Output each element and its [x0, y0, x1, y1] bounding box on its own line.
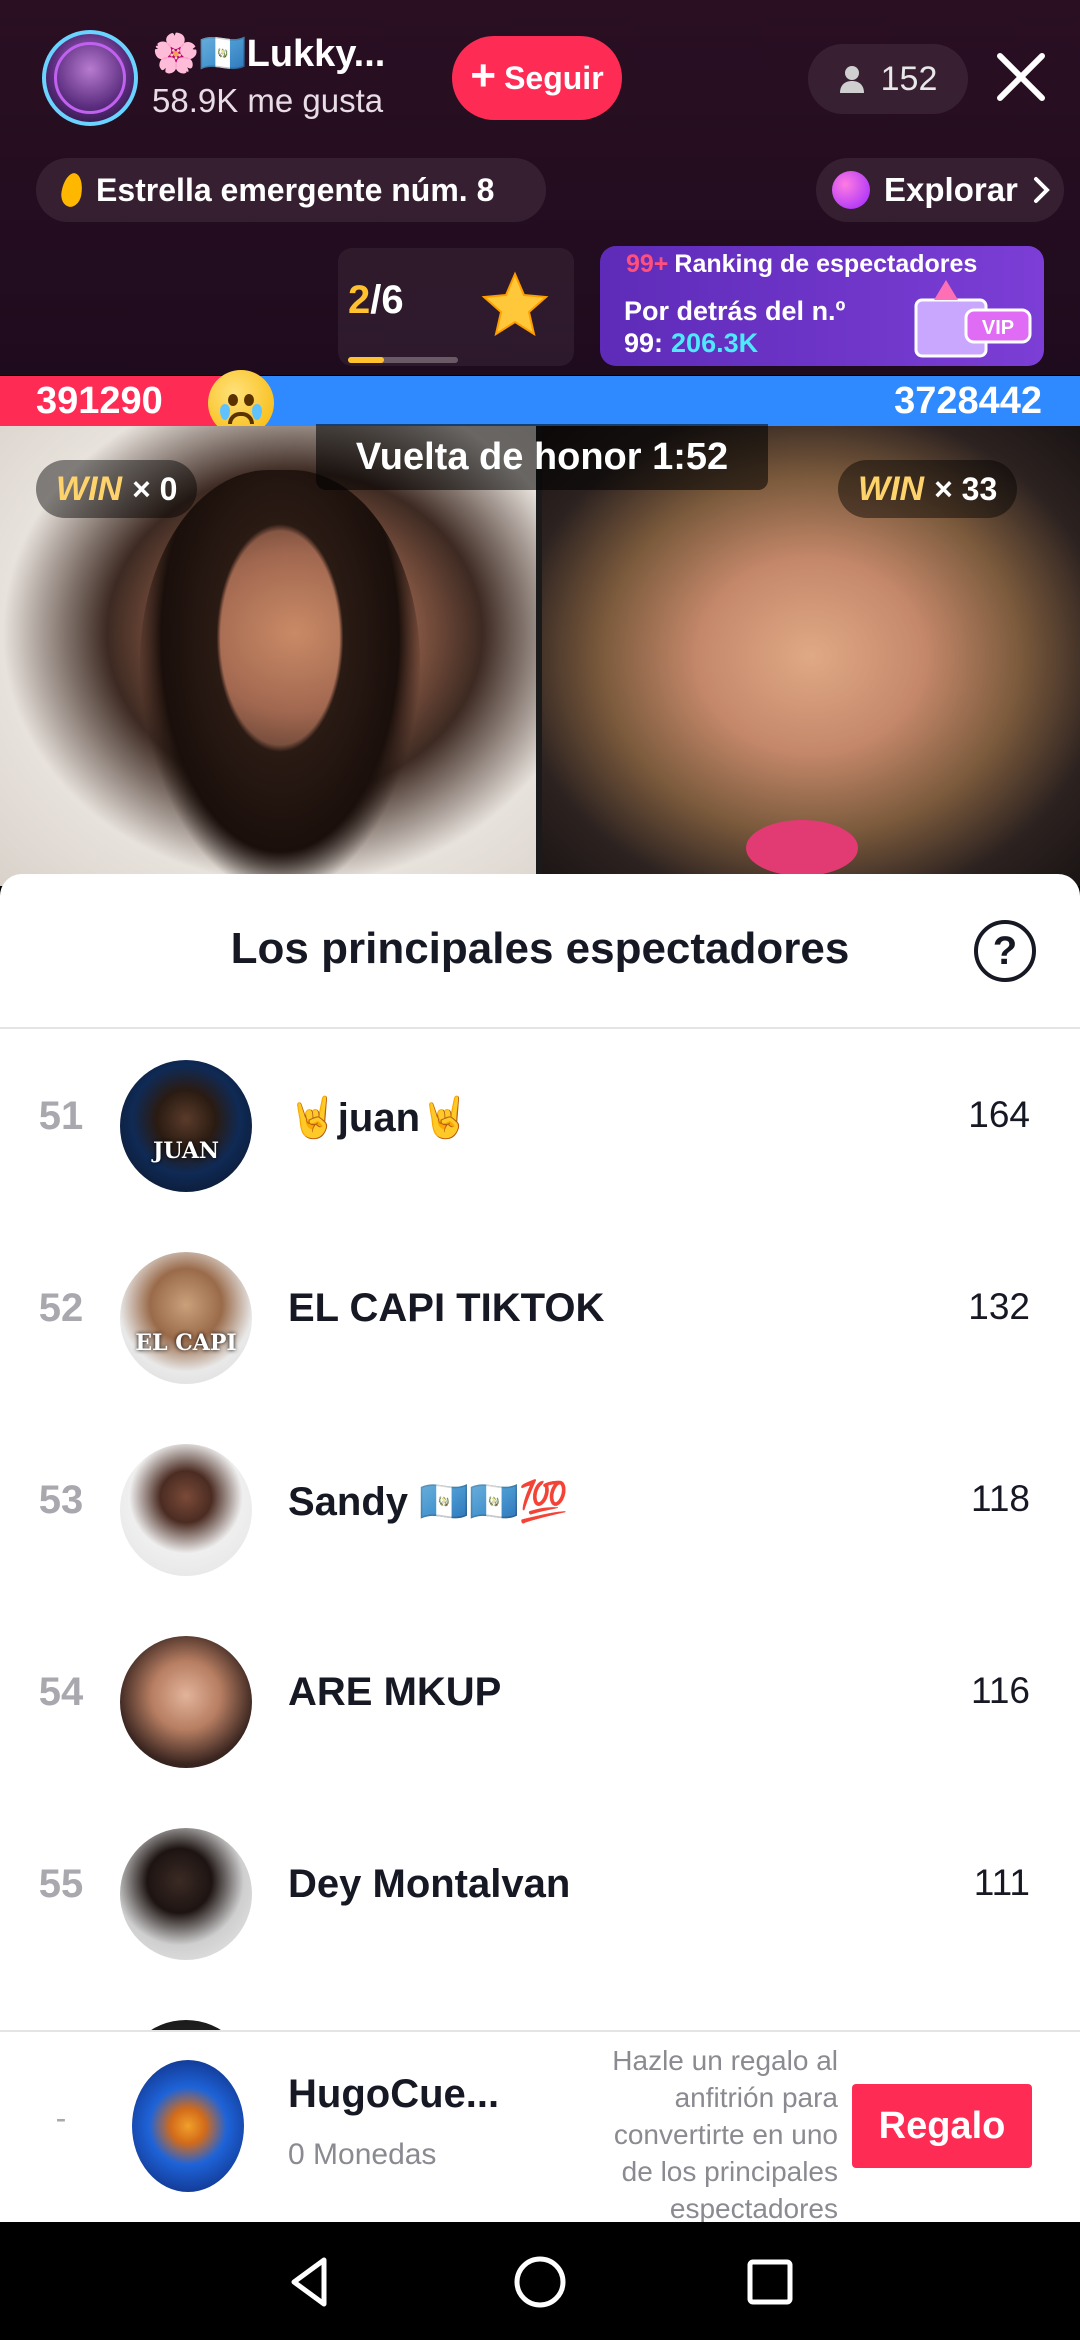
viewer-avatar[interactable]	[120, 1828, 252, 1960]
my-rank: -	[55, 2100, 67, 2136]
win-streak-right: WIN × 33	[838, 460, 1018, 518]
my-coins: 0 Monedas	[288, 2138, 437, 2171]
explore-button[interactable]: Explorar	[816, 158, 1064, 222]
viewer-avatar[interactable]: EL CAPI	[120, 1252, 252, 1384]
explore-label: Explorar	[884, 171, 1018, 208]
viewer-score: 164	[968, 1094, 1030, 1135]
rank-current: 2	[348, 278, 371, 322]
win-label-right: WIN	[858, 469, 925, 508]
viewer-score: 118	[971, 1478, 1030, 1519]
back-icon[interactable]	[280, 2252, 340, 2312]
viewer-rank: 54	[38, 1670, 84, 1714]
viewer-rank: 53	[38, 1478, 84, 1522]
home-icon[interactable]	[510, 2252, 570, 2312]
win-count-left: × 0	[132, 470, 178, 507]
viewer-ranking-line1: Por detrás del n.º	[624, 296, 846, 326]
viewer-avatar[interactable]	[120, 1636, 252, 1768]
viewer-name: Sandy 🇬🇹🇬🇹💯	[288, 1480, 569, 1524]
gift-button[interactable]: Regalo	[852, 2084, 1032, 2168]
viewer-rank: 55	[38, 1862, 84, 1906]
viewer-score: 111	[973, 1862, 1030, 1903]
plus-icon: +	[470, 51, 497, 100]
vip-gift-icon: VIP	[914, 280, 1032, 358]
my-rank-footer: - HugoCue... 0 Monedas Hazle un regalo a…	[0, 2030, 1080, 2224]
person-icon	[839, 66, 864, 93]
viewer-score: 132	[968, 1286, 1030, 1327]
rank-progress-bar	[348, 357, 458, 363]
rising-star-label: Estrella emergente núm. 8	[96, 171, 495, 208]
sheet-divider	[0, 1027, 1080, 1029]
my-avatar[interactable]	[132, 2060, 244, 2192]
viewer-ranking-value: 206.3K	[671, 328, 759, 358]
win-label-left: WIN	[56, 469, 123, 508]
viewer-ranking-number: 99+	[626, 250, 669, 278]
host-likes: 58.9K me gusta	[152, 82, 384, 119]
viewer-row[interactable]: 52 EL CAPI EL CAPI TIKTOK 132	[0, 1222, 1080, 1414]
viewer-count[interactable]: 152	[808, 44, 968, 114]
viewer-row[interactable]: 53 Sandy 🇬🇹🇬🇹💯 118	[0, 1414, 1080, 1606]
gift-hint: Hazle un regalo al anfitrión para conver…	[612, 2045, 838, 2224]
battle-score-right: 3728442	[894, 380, 1042, 422]
follow-label: Seguir	[504, 59, 604, 96]
rank-fraction: 2/6	[348, 278, 404, 323]
chevron-right-icon	[1033, 177, 1050, 203]
host-name[interactable]: 🌸🇬🇹Lukky...	[152, 32, 385, 76]
star-icon	[481, 271, 549, 337]
viewer-count-value: 152	[880, 59, 938, 98]
host-avatar[interactable]	[42, 30, 138, 126]
viewer-avatar[interactable]	[120, 1444, 252, 1576]
vip-badge-text: VIP	[982, 317, 1014, 339]
battle-score-left: 391290	[36, 380, 163, 422]
rank-progress-fill	[348, 357, 384, 363]
viewer-row[interactable]: 54 ARE MKUP 116	[0, 1606, 1080, 1798]
video-right-figure	[746, 820, 858, 876]
win-count-right: × 33	[934, 470, 998, 507]
help-icon[interactable]: ?	[974, 920, 1036, 982]
viewer-name: ARE MKUP	[288, 1670, 502, 1714]
viewer-avatar[interactable]: JUAN	[120, 1060, 252, 1192]
sheet-title: Los principales espectadores	[230, 924, 850, 973]
follow-button[interactable]: + Seguir	[452, 36, 622, 120]
win-streak-left: WIN × 0	[36, 460, 198, 518]
viewer-row[interactable]: 55 Dey Montalvan 111	[0, 1798, 1080, 1990]
viewer-name: EL CAPI TIKTOK	[288, 1286, 605, 1330]
android-nav-bar	[0, 2222, 1080, 2340]
victory-lap-timer: Vuelta de honor 1:52	[316, 424, 768, 490]
viewer-name: Dey Montalvan	[288, 1862, 571, 1906]
close-icon[interactable]	[990, 46, 1052, 108]
viewer-rank: 52	[38, 1286, 84, 1330]
viewer-rank: 51	[38, 1094, 84, 1138]
top-viewers-sheet: Los principales espectadores ? 51 JUAN 🤘…	[0, 874, 1080, 2222]
planet-icon	[832, 171, 870, 209]
rising-star-badge[interactable]: Estrella emergente núm. 8	[36, 158, 546, 222]
viewer-ranking-prefix: 99:	[624, 328, 664, 358]
recents-icon[interactable]	[740, 2252, 800, 2312]
viewer-score: 116	[971, 1670, 1030, 1711]
rank-total: /6	[370, 278, 404, 322]
flame-icon	[59, 171, 85, 209]
viewer-ranking-line2: 99: 206.3K	[624, 328, 758, 359]
video-left-figure	[140, 470, 420, 890]
viewer-name: 🤘juan🤘	[288, 1096, 470, 1140]
my-name: HugoCue...	[288, 2072, 500, 2116]
viewer-row[interactable]: 51 JUAN 🤘juan🤘 164	[0, 1030, 1080, 1222]
